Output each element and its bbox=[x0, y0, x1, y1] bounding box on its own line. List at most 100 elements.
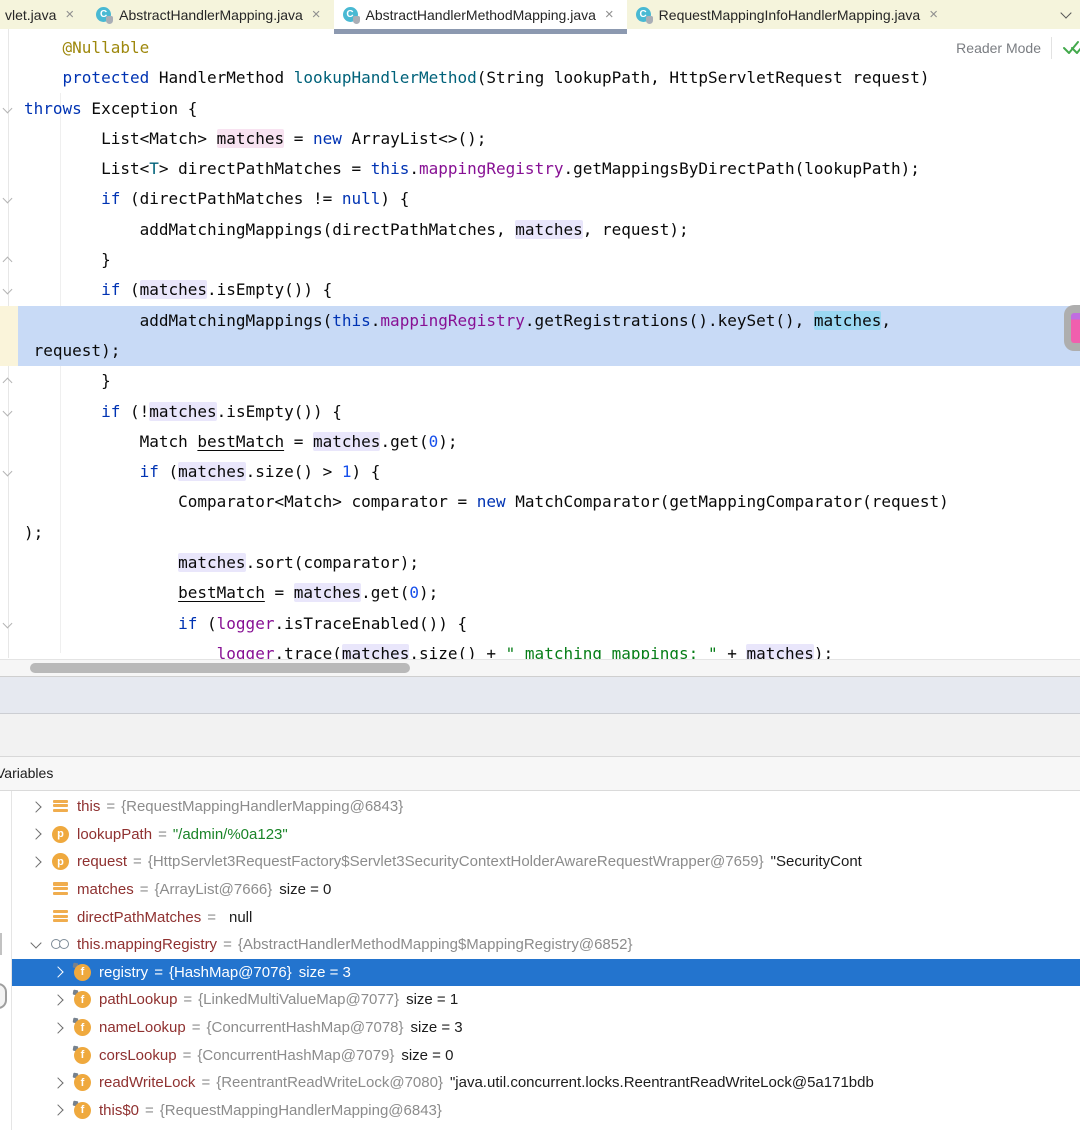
variable-name: matches bbox=[77, 881, 134, 898]
chevron-right-icon[interactable] bbox=[30, 829, 41, 840]
chevron-right-icon[interactable] bbox=[52, 994, 63, 1005]
variable-row-pathLookup[interactable]: fpathLookup={LinkedMultiValueMap@7077}si… bbox=[12, 986, 1080, 1014]
chevron-right-icon[interactable] bbox=[52, 967, 63, 978]
variables-panel-header: Variables bbox=[0, 757, 1080, 791]
variable-name: readWriteLock bbox=[99, 1074, 195, 1091]
code-line[interactable]: throws Exception { bbox=[0, 94, 1080, 124]
code-line[interactable]: addMatchingMappings(directPathMatches, m… bbox=[0, 215, 1080, 245]
code-line[interactable]: Comparator<Match> comparator = new Match… bbox=[0, 487, 1080, 517]
code-line[interactable]: if (matches.size() > 1) { bbox=[0, 457, 1080, 487]
variable-name: request bbox=[77, 853, 127, 870]
variable-ref-value: {RequestMappingHandlerMapping@6843} bbox=[160, 1102, 442, 1119]
chevron-spacer bbox=[30, 912, 41, 923]
tab-vlet.java[interactable]: vlet.java× bbox=[0, 0, 87, 29]
fold-end-icon[interactable] bbox=[3, 378, 13, 388]
code-line[interactable]: matches.sort(comparator); bbox=[0, 548, 1080, 578]
variable-row-nameLookup[interactable]: fnameLookup={ConcurrentHashMap@7078}size… bbox=[12, 1014, 1080, 1042]
code-line[interactable]: @Nullable bbox=[0, 33, 1080, 63]
code-line[interactable]: Match bestMatch = matches.get(0); bbox=[0, 427, 1080, 457]
code-line[interactable]: } bbox=[0, 366, 1080, 396]
variable-ref-value: {AbstractHandlerMethodMapping$MappingReg… bbox=[238, 936, 633, 953]
code-line[interactable]: if (directPathMatches != null) { bbox=[0, 184, 1080, 214]
variable-row-registry[interactable]: fregistry={HashMap@7076}size = 3 bbox=[12, 959, 1080, 987]
variable-row-directPathMatches[interactable]: directPathMatches=null bbox=[12, 903, 1080, 931]
code-line[interactable]: ); bbox=[0, 518, 1080, 548]
variable-name: nameLookup bbox=[99, 1019, 186, 1036]
chevron-down-icon[interactable] bbox=[30, 938, 41, 949]
close-icon[interactable]: × bbox=[65, 7, 74, 22]
variable-detail-value: size = 3 bbox=[299, 964, 351, 981]
panel-separator-strip bbox=[0, 714, 1080, 757]
close-icon[interactable]: × bbox=[605, 7, 614, 22]
close-icon[interactable]: × bbox=[929, 7, 938, 22]
breakpoint-marker bbox=[1071, 313, 1080, 343]
fold-collapse-icon[interactable] bbox=[3, 406, 13, 416]
variable-row-this.mappingRegistry[interactable]: this.mappingRegistry={AbstractHandlerMet… bbox=[12, 931, 1080, 959]
chevron-right-icon[interactable] bbox=[30, 856, 41, 867]
variable-row-matches[interactable]: matches={ArrayList@7666}size = 0 bbox=[12, 876, 1080, 904]
variable-ref-value: {ArrayList@7666} bbox=[154, 881, 272, 898]
variable-ref-value: {ReentrantReadWriteLock@7080} bbox=[216, 1074, 443, 1091]
tab-AbstractHandlerMapping.java[interactable]: CAbstractHandlerMapping.java× bbox=[87, 0, 333, 29]
code-line[interactable]: if (!matches.isEmpty()) { bbox=[0, 397, 1080, 427]
horizontal-scrollbar[interactable] bbox=[0, 659, 1080, 676]
watch-icon bbox=[52, 936, 69, 953]
code-line[interactable]: if (matches.isEmpty()) { bbox=[0, 275, 1080, 305]
variable-name: directPathMatches bbox=[77, 909, 201, 926]
code-line[interactable]: bestMatch = matches.get(0); bbox=[0, 578, 1080, 608]
variable-ref-value: {RequestMappingHandlerMapping@6843} bbox=[121, 798, 403, 815]
code-line[interactable]: if (logger.isTraceEnabled()) { bbox=[0, 609, 1080, 639]
variable-detail-value: "SecurityCont bbox=[771, 853, 862, 870]
fold-end-icon[interactable] bbox=[3, 257, 13, 267]
variable-row-this$0[interactable]: fthis$0={RequestMappingHandlerMapping@68… bbox=[12, 1097, 1080, 1125]
code-line[interactable]: List<Match> matches = new ArrayList<>(); bbox=[0, 124, 1080, 154]
equals-sign: = bbox=[158, 826, 167, 843]
code-line-highlighted[interactable]: addMatchingMappings(this.mappingRegistry… bbox=[0, 306, 1080, 336]
variable-row-request[interactable]: prequest={HttpServlet3RequestFactory$Ser… bbox=[12, 848, 1080, 876]
reader-mode-button[interactable]: Reader Mode bbox=[956, 40, 1041, 56]
horizontal-scrollbar-thumb[interactable] bbox=[30, 663, 410, 673]
java-class-icon: C bbox=[636, 7, 652, 23]
variable-row-lookupPath[interactable]: plookupPath="/admin/%0a123" bbox=[12, 821, 1080, 849]
variable-row-this[interactable]: this={RequestMappingHandlerMapping@6843} bbox=[12, 793, 1080, 821]
equals-sign: = bbox=[183, 1047, 192, 1064]
code-line-highlighted[interactable]: request); bbox=[0, 336, 1080, 366]
chevron-right-icon[interactable] bbox=[52, 1105, 63, 1116]
tab-label: AbstractHandlerMapping.java bbox=[119, 7, 303, 23]
tab-label: RequestMappingInfoHandlerMapping.java bbox=[659, 7, 921, 23]
code-line[interactable]: List<T> directPathMatches = this.mapping… bbox=[0, 154, 1080, 184]
variable-ref-value: {ConcurrentHashMap@7078} bbox=[207, 1019, 404, 1036]
equals-sign: = bbox=[145, 1102, 154, 1119]
editor-tab-bar: vlet.java×CAbstractHandlerMapping.java×C… bbox=[0, 0, 1080, 29]
chevron-right-icon[interactable] bbox=[30, 801, 41, 812]
fold-collapse-icon[interactable] bbox=[3, 194, 13, 204]
tab-AbstractHandlerMethodMapping.java[interactable]: CAbstractHandlerMethodMapping.java× bbox=[334, 0, 627, 29]
variable-row-corsLookup[interactable]: fcorsLookup={ConcurrentHashMap@7079}size… bbox=[12, 1041, 1080, 1069]
debugger-toolbar-strip bbox=[0, 676, 1080, 714]
variable-detail-value: size = 0 bbox=[401, 1047, 453, 1064]
variable-ref-value: {HashMap@7076} bbox=[169, 964, 292, 981]
panel-scrollbar-partial[interactable] bbox=[0, 983, 7, 1009]
fold-collapse-icon[interactable] bbox=[3, 467, 13, 477]
variable-detail-value: size = 1 bbox=[406, 991, 458, 1008]
equals-sign: = bbox=[192, 1019, 201, 1036]
floating-toolbar-partial[interactable] bbox=[1064, 305, 1080, 351]
variables-tree[interactable]: this={RequestMappingHandlerMapping@6843}… bbox=[0, 791, 1080, 1130]
reader-mode-widget: Reader Mode bbox=[956, 37, 1080, 59]
fold-collapse-icon[interactable] bbox=[3, 103, 13, 113]
panel-scrollbar-partial[interactable] bbox=[0, 933, 2, 955]
parameter-icon: p bbox=[52, 826, 69, 843]
chevron-right-icon[interactable] bbox=[52, 1022, 63, 1033]
inspections-ok-icon[interactable] bbox=[1062, 38, 1080, 58]
tab-RequestMappingInfoHandlerMapping.java[interactable]: C RequestMappingInfoHandlerMapping.java × bbox=[627, 0, 951, 29]
code-line[interactable]: } bbox=[0, 245, 1080, 275]
fold-collapse-icon[interactable] bbox=[3, 285, 13, 295]
close-icon[interactable]: × bbox=[312, 7, 321, 22]
variable-string-value: "/admin/%0a123" bbox=[173, 826, 288, 843]
fold-collapse-icon[interactable] bbox=[3, 618, 13, 628]
code-line[interactable]: protected HandlerMethod lookupHandlerMet… bbox=[0, 63, 1080, 93]
hidden-tabs-dropdown[interactable] bbox=[1052, 0, 1080, 29]
chevron-right-icon[interactable] bbox=[52, 1077, 63, 1088]
code-editor[interactable]: @Nullable protected HandlerMethod lookup… bbox=[0, 29, 1080, 676]
variable-row-readWriteLock[interactable]: freadWriteLock={ReentrantReadWriteLock@7… bbox=[12, 1069, 1080, 1097]
